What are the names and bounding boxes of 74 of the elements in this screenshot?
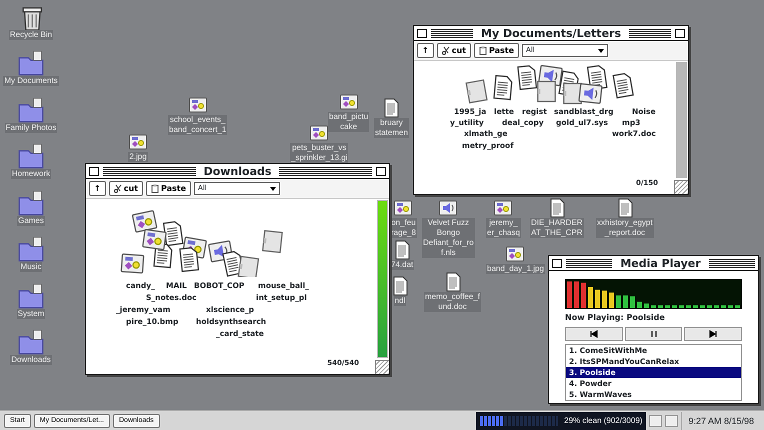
file-label[interactable]: xxhistory_egypt _report.doc <box>596 218 654 238</box>
folder-icon[interactable] <box>18 143 44 169</box>
meter-text: 29% clean (902/3009) <box>564 414 642 426</box>
file-label[interactable]: 2.jpg <box>128 152 148 162</box>
title-stripes <box>708 258 755 268</box>
file-label[interactable]: bruary statemen <box>374 118 409 138</box>
folder-icon[interactable] <box>18 236 44 262</box>
close-box[interactable] <box>552 258 562 268</box>
window-title: Media Player <box>619 256 702 270</box>
file-label[interactable]: pets_buster_vs _sprinkler_13.gi <box>290 143 348 163</box>
title-stripes <box>629 28 672 38</box>
image-file-icon[interactable] <box>338 92 359 112</box>
file-label[interactable]: memo_coffee_f und.doc <box>424 292 481 312</box>
window-title: My Documents/Letters <box>480 26 622 40</box>
image-file-icon[interactable] <box>493 198 514 218</box>
paste-button[interactable]: Paste <box>146 181 192 196</box>
folder-icon[interactable] <box>18 329 44 355</box>
up-button[interactable]: ↑ <box>417 43 434 58</box>
cut-button[interactable]: cut <box>108 181 143 196</box>
file-label[interactable]: ndl <box>394 296 406 306</box>
icon-label[interactable]: Downloads <box>10 355 52 365</box>
icon-label[interactable]: Games <box>17 216 45 226</box>
image-file-icon[interactable] <box>309 123 330 143</box>
paste-button[interactable]: Paste <box>474 43 520 58</box>
previous-icon <box>590 330 598 338</box>
clipboard-icon <box>478 46 487 55</box>
image-file-icon[interactable] <box>393 198 414 218</box>
icon-label[interactable]: Family Photos <box>4 123 58 133</box>
file-label[interactable]: on_feu rage_8 <box>390 218 417 238</box>
clock-text: 9:27 AM 8/15/98 <box>681 412 760 430</box>
folder-icon[interactable] <box>18 283 44 309</box>
folder-icon[interactable] <box>18 50 44 76</box>
file-label[interactable]: band_day_1.jpg <box>486 264 545 274</box>
resize-grip[interactable] <box>375 360 389 374</box>
next-icon <box>709 330 718 338</box>
close-box[interactable] <box>417 28 427 38</box>
file-label[interactable]: 74.dat <box>390 260 414 270</box>
icon-label[interactable]: System <box>16 309 46 319</box>
audio-file-icon[interactable] <box>438 198 458 218</box>
icon-label[interactable]: My Documents <box>3 76 59 86</box>
icon-label[interactable]: Music <box>20 262 42 272</box>
pause-icon <box>650 330 658 338</box>
icon-label[interactable]: Homework <box>10 169 52 179</box>
image-file-icon[interactable] <box>128 132 148 152</box>
title-stripes <box>431 28 474 38</box>
title-bar[interactable]: Media Player <box>549 256 758 271</box>
cut-button[interactable]: cut <box>436 43 471 58</box>
file-label[interactable]: DIE_HARDER AT_THE_CPR <box>530 218 584 238</box>
image-file-icon[interactable] <box>505 244 526 264</box>
file-label[interactable]: Velvet Fuzz Bongo Defiant_for_ro f.nls <box>422 218 475 258</box>
title-bar[interactable]: My Documents/Letters <box>414 26 688 41</box>
title-bar[interactable]: Downloads <box>86 164 389 179</box>
scissors-icon <box>442 46 450 55</box>
clipboard-icon <box>150 184 159 193</box>
window-title: Downloads <box>202 164 272 178</box>
icon-label[interactable]: Recycle Bin <box>8 30 54 40</box>
folder-icon[interactable] <box>18 190 44 216</box>
next-button[interactable] <box>684 327 742 341</box>
scissors-icon <box>114 184 122 193</box>
folder-icon[interactable] <box>18 97 44 123</box>
up-button[interactable]: ↑ <box>89 181 106 196</box>
zoom-box[interactable] <box>376 166 386 176</box>
file-label[interactable]: band_pictu cake <box>328 112 370 132</box>
now-playing-text: Now Playing: Poolside <box>565 312 666 324</box>
file-label[interactable]: jeremy_ er_chasq <box>486 218 521 238</box>
dropdown-arrow-icon <box>598 48 604 52</box>
close-box[interactable] <box>89 166 99 176</box>
previous-button[interactable] <box>565 327 623 341</box>
resize-grip[interactable] <box>674 180 688 194</box>
dropdown-arrow-icon <box>270 186 276 190</box>
title-stripes <box>566 258 612 268</box>
file-label[interactable]: school_events_ band_concert_1 <box>168 115 228 135</box>
image-file-icon[interactable] <box>188 95 208 115</box>
zoom-box[interactable] <box>675 28 686 38</box>
